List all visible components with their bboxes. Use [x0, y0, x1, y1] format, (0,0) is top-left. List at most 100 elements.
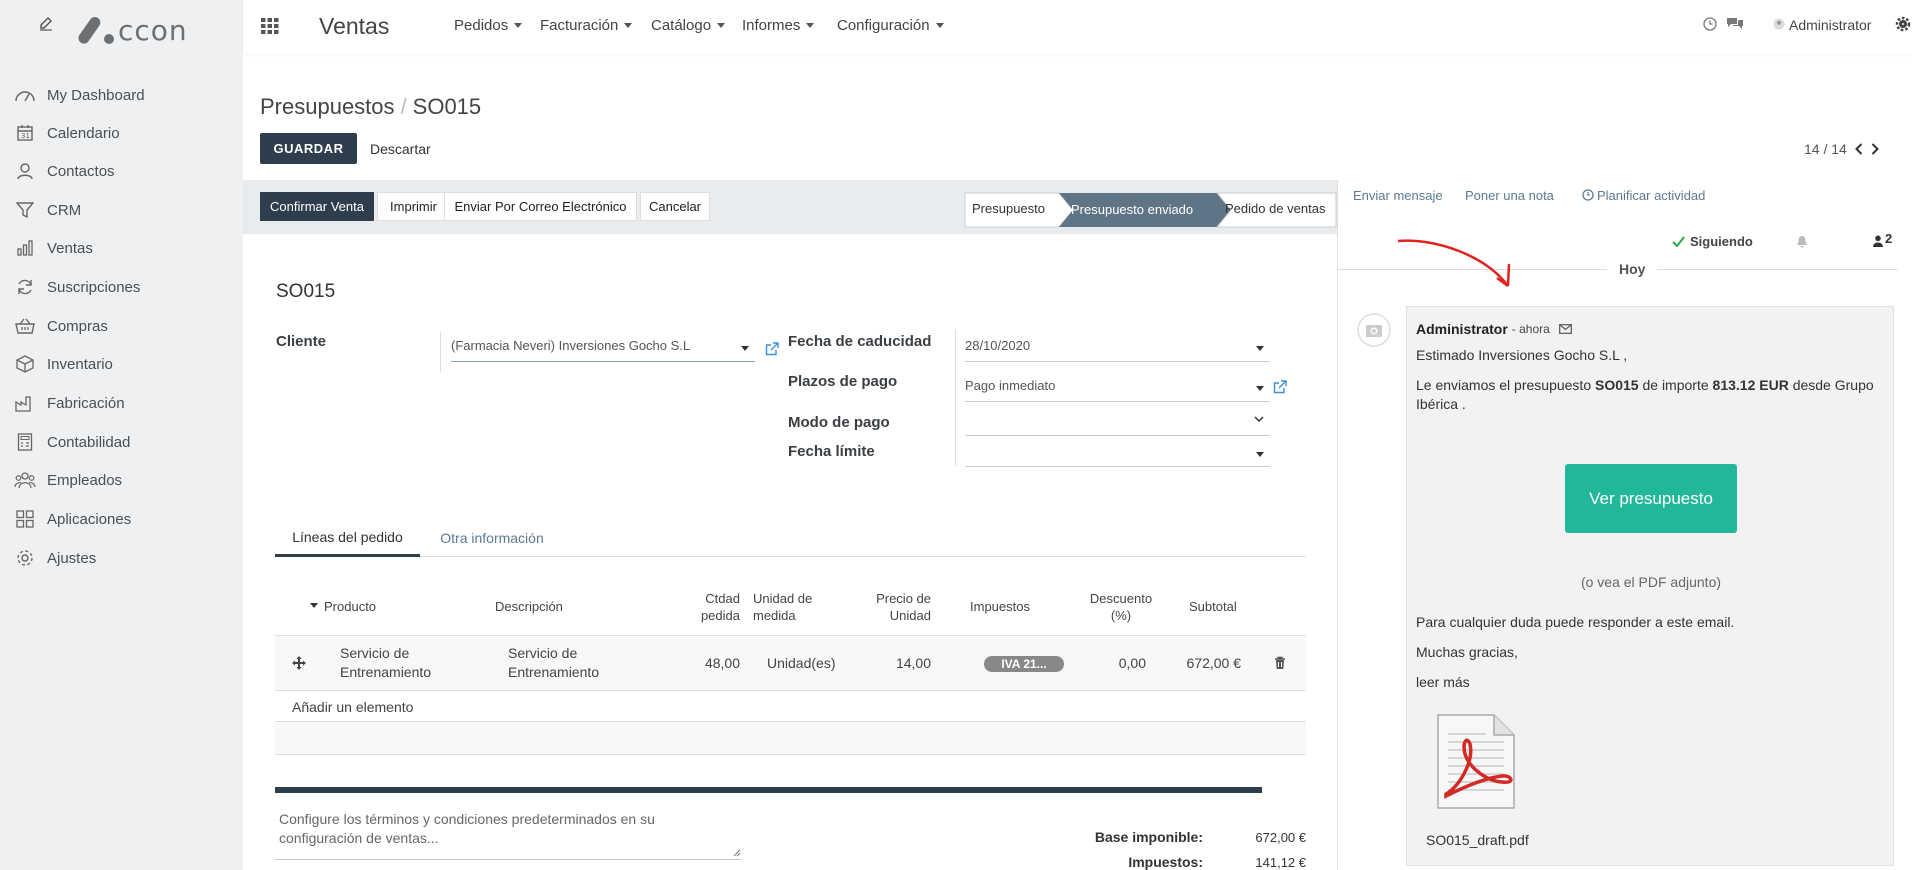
- cell-text: Servicio de: [340, 645, 410, 661]
- menu-catalogo[interactable]: Catálogo: [651, 17, 726, 34]
- tab-other-info[interactable]: Otra información: [437, 519, 547, 557]
- settings-gear-icon[interactable]: [1895, 16, 1911, 32]
- sidebar-item-suscripciones[interactable]: Suscripciones: [12, 272, 232, 302]
- edit-icon[interactable]: [38, 16, 54, 32]
- annotation-arrow-icon: [1397, 239, 1511, 288]
- sidebar-item-inventario[interactable]: Inventario: [12, 349, 232, 379]
- read-more-link[interactable]: leer más: [1416, 673, 1470, 692]
- dropdown-caret-icon: [741, 345, 749, 351]
- message-author[interactable]: Administrator: [1416, 321, 1508, 337]
- bell-icon[interactable]: [1796, 235, 1808, 248]
- pager-next-icon[interactable]: [1871, 143, 1879, 155]
- followers-icon[interactable]: [1873, 235, 1883, 247]
- pager-value: 14 / 14: [1804, 141, 1847, 157]
- tab-order-lines[interactable]: Líneas del pedido: [275, 519, 420, 557]
- client-field[interactable]: (Farmacia Neveri) Inversiones Gocho S.L: [451, 330, 755, 362]
- schedule-activity-link[interactable]: Planificar actividad: [1597, 188, 1705, 203]
- stage-sale-order[interactable]: Pedido de ventas: [1225, 201, 1325, 216]
- followers-count: 2: [1885, 231, 1893, 246]
- sidebar-item-aplicaciones[interactable]: Aplicaciones: [12, 504, 232, 534]
- activity-clock-icon[interactable]: [1703, 17, 1717, 31]
- body-text: de importe: [1638, 377, 1713, 393]
- payment-terms-field[interactable]: Pago inmediato: [965, 370, 1270, 402]
- col-unit-price[interactable]: Precio de Unidad: [873, 590, 931, 624]
- deadline-field[interactable]: [965, 437, 1270, 467]
- line-quantity[interactable]: 48,00: [663, 654, 740, 673]
- col-label: Unidad de: [753, 591, 813, 606]
- menu-facturacion[interactable]: Facturación: [540, 17, 633, 34]
- tax-badge[interactable]: IVA 21...: [984, 656, 1064, 672]
- confirm-sale-button[interactable]: Confirmar Venta: [260, 192, 374, 221]
- sidebar-item-contactos[interactable]: Contactos: [12, 156, 232, 186]
- sidebar-item-fabricacion[interactable]: Fabricación: [12, 388, 232, 418]
- log-note-link[interactable]: Poner una nota: [1465, 188, 1554, 203]
- stage-sent[interactable]: Presupuesto enviado: [1071, 202, 1193, 217]
- external-link-icon[interactable]: [1273, 380, 1287, 394]
- pager-prev-icon[interactable]: [1854, 143, 1863, 155]
- chat-icon[interactable]: [1726, 16, 1744, 31]
- drag-handle-icon[interactable]: [292, 656, 306, 670]
- following-button[interactable]: Siguiendo: [1690, 234, 1753, 249]
- tabs-underline: [275, 556, 1306, 557]
- line-unit-price[interactable]: 14,00: [873, 654, 931, 673]
- trash-icon[interactable]: [1274, 656, 1286, 670]
- discard-button[interactable]: Descartar: [370, 141, 431, 157]
- form-statusbar: Confirmar Venta Imprimir Enviar Por Corr…: [243, 180, 1337, 234]
- terms-textarea[interactable]: Configure los términos y condiciones pre…: [275, 810, 741, 860]
- sidebar-item-compras[interactable]: Compras: [12, 311, 232, 341]
- menu-configuracion[interactable]: Configuración: [837, 17, 944, 34]
- top-navbar: Ventas Pedidos Facturación Catálogo Info…: [243, 0, 1912, 54]
- line-description[interactable]: Servicio de Entrenamiento: [508, 644, 599, 682]
- cancel-button[interactable]: Cancelar: [640, 192, 710, 221]
- sidebar-item-ajustes[interactable]: Ajustes: [12, 543, 232, 573]
- sidebar-item-my-dashboard[interactable]: My Dashboard: [12, 80, 232, 110]
- menu-informes[interactable]: Informes: [742, 17, 815, 34]
- dropdown-caret-icon: [1256, 385, 1264, 391]
- apps-menu-icon[interactable]: [261, 18, 279, 34]
- view-quotation-button[interactable]: Ver presupuesto: [1565, 464, 1737, 533]
- col-discount[interactable]: Descuento (%): [1080, 590, 1162, 624]
- divider: [955, 330, 956, 466]
- menu-pedidos[interactable]: Pedidos: [454, 17, 523, 34]
- sidebar-item-ventas[interactable]: Ventas: [12, 233, 232, 263]
- expiry-date-field[interactable]: 28/10/2020: [965, 330, 1270, 362]
- sidebar-item-calendario[interactable]: 31 Calendario: [12, 118, 232, 148]
- col-description[interactable]: Descripción: [495, 598, 563, 615]
- print-button[interactable]: Imprimir: [377, 192, 450, 221]
- sidebar-item-empleados[interactable]: Empleados: [12, 465, 232, 495]
- save-button[interactable]: GUARDAR: [260, 133, 357, 164]
- line-uom[interactable]: Unidad(es): [767, 654, 835, 673]
- svg-text:31: 31: [21, 132, 30, 140]
- col-uom[interactable]: Unidad de medida: [753, 590, 812, 624]
- col-taxes[interactable]: Impuestos: [970, 598, 1030, 615]
- sidebar-item-label: Contactos: [47, 162, 115, 180]
- line-product[interactable]: Servicio de Entrenamiento: [340, 644, 431, 682]
- company-logo-icon: [76, 12, 118, 46]
- factory-icon: [12, 391, 38, 415]
- stage-draft[interactable]: Presupuesto: [972, 201, 1045, 216]
- pdf-file-icon[interactable]: [1434, 712, 1518, 812]
- send-message-link[interactable]: Enviar mensaje: [1353, 188, 1443, 203]
- attachment-name[interactable]: SO015_draft.pdf: [1426, 831, 1529, 850]
- cell-text: Entrenamiento: [508, 664, 600, 680]
- resize-grip-icon[interactable]: [733, 849, 741, 857]
- add-line-link[interactable]: Añadir un elemento: [292, 698, 413, 717]
- envelope-icon: [1558, 324, 1572, 334]
- funnel-icon: [12, 198, 38, 222]
- breadcrumb-parent[interactable]: Presupuestos: [260, 94, 395, 119]
- message-header: Administrator - ahora: [1416, 321, 1572, 337]
- user-menu[interactable]: Administrator: [1789, 17, 1871, 33]
- payment-mode-field[interactable]: [965, 410, 1270, 436]
- col-product[interactable]: Producto: [324, 598, 376, 615]
- line-discount[interactable]: 0,00: [1080, 654, 1146, 673]
- row-border: [275, 690, 1306, 691]
- avatar[interactable]: [1773, 18, 1785, 30]
- external-link-icon[interactable]: [765, 342, 779, 356]
- chevron-down-icon: [1254, 416, 1264, 423]
- app-title: Ventas: [319, 13, 390, 39]
- col-subtotal[interactable]: Subtotal: [1189, 598, 1237, 615]
- sidebar-item-crm[interactable]: CRM: [12, 195, 232, 225]
- col-quantity[interactable]: Ctdad pedida: [663, 590, 740, 624]
- sidebar-item-contabilidad[interactable]: Contabilidad: [12, 427, 232, 457]
- send-email-button[interactable]: Enviar Por Correo Electrónico: [444, 192, 637, 221]
